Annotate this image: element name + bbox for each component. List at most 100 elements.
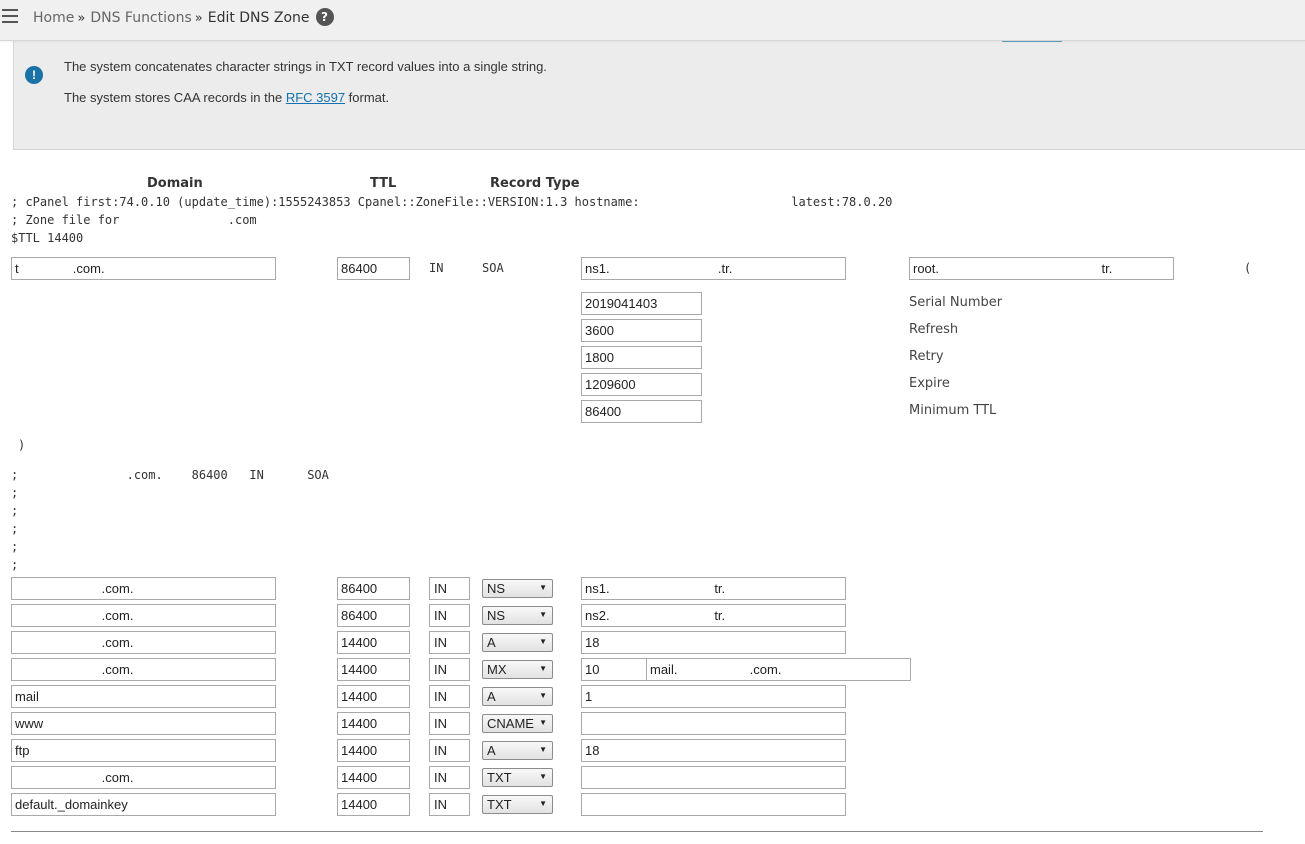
soa-expire-label: Expire <box>909 376 950 391</box>
soa-minimum-ttl-input[interactable] <box>581 400 702 423</box>
soa-comment-line: ; <box>11 504 19 518</box>
notice-caa-prefix: The system stores CAA records in the <box>64 90 286 105</box>
soa-minimum-ttl-label: Minimum TTL <box>909 403 997 418</box>
soa-primary-ns-input[interactable] <box>581 257 846 280</box>
record-domain-input[interactable] <box>11 631 276 654</box>
record-type-select[interactable]: CNAME ▼ <box>482 714 553 733</box>
hamburger-menu-icon[interactable] <box>2 9 18 25</box>
soa-class: IN <box>429 261 444 275</box>
record-domain-input[interactable] <box>11 739 276 762</box>
soa-ttl-input[interactable] <box>337 257 410 280</box>
record-value-input[interactable] <box>581 604 846 627</box>
soa-comment-line: ; .com. 86400 IN SOA <box>11 468 329 482</box>
soa-comment-line: ; <box>11 558 19 572</box>
record-ttl-input[interactable] <box>337 739 410 762</box>
column-header-ttl: TTL <box>370 176 397 191</box>
record-class: IN <box>429 604 470 627</box>
breadcrumb-separator: » <box>77 11 86 26</box>
record-ttl-input[interactable] <box>337 577 410 600</box>
zone-comment-line: ; cPanel first:74.0.10 (update_time):155… <box>11 195 893 209</box>
soa-comment-line: ; <box>11 540 19 554</box>
record-value-input[interactable] <box>581 631 846 654</box>
record-type-value: A <box>487 743 496 758</box>
breadcrumb-home[interactable]: Home <box>33 10 74 26</box>
breadcrumb-separator: » <box>194 11 203 26</box>
breadcrumb-dns-functions[interactable]: DNS Functions <box>90 10 191 26</box>
soa-serial-input[interactable] <box>581 292 702 315</box>
record-ttl-input[interactable] <box>337 604 410 627</box>
record-type-select[interactable]: NS ▼ <box>482 606 553 625</box>
soa-admin-email-input[interactable] <box>909 257 1174 280</box>
record-type-select[interactable]: TXT ▼ <box>482 795 553 814</box>
record-type-select[interactable]: TXT ▼ <box>482 768 553 787</box>
record-domain-input[interactable] <box>11 577 276 600</box>
dropdown-arrow-icon: ▼ <box>539 772 547 781</box>
soa-type: SOA <box>482 261 504 275</box>
record-value-input[interactable] <box>646 658 911 681</box>
record-value-input[interactable] <box>581 793 846 816</box>
record-ttl-input[interactable] <box>337 766 410 789</box>
soa-refresh-label: Refresh <box>909 322 959 337</box>
record-domain-input[interactable] <box>11 793 276 816</box>
soa-serial-label: Serial Number <box>909 295 1003 310</box>
record-ttl-input[interactable] <box>337 658 410 681</box>
soa-refresh-input[interactable] <box>581 319 702 342</box>
soa-domain-input[interactable] <box>11 257 276 280</box>
record-type-value: MX <box>487 662 507 677</box>
record-ttl-input[interactable] <box>337 793 410 816</box>
soa-expire-input[interactable] <box>581 373 702 396</box>
soa-close-paren: ) <box>18 438 26 452</box>
dropdown-arrow-icon: ▼ <box>539 745 547 754</box>
help-icon[interactable]: ? <box>315 8 334 26</box>
info-icon: ! <box>25 66 43 84</box>
record-domain-input[interactable] <box>11 604 276 627</box>
divider <box>11 831 1263 832</box>
record-type-select[interactable]: A ▼ <box>482 741 553 760</box>
record-ttl-input[interactable] <box>337 631 410 654</box>
record-value-input[interactable] <box>581 577 846 600</box>
record-domain-input[interactable] <box>11 766 276 789</box>
record-domain-input[interactable] <box>11 658 276 681</box>
record-type-value: A <box>487 635 496 650</box>
record-value-input[interactable] <box>581 712 846 735</box>
record-value-input[interactable] <box>581 766 846 789</box>
record-type-value: TXT <box>487 770 512 785</box>
notice-caa-suffix: format. <box>345 90 390 105</box>
breadcrumb: Home» DNS Functions» Edit DNS Zone? <box>33 8 334 27</box>
zone-comment-line: ; Zone file for .com <box>11 213 257 227</box>
zone-ttl-line: $TTL 14400 <box>11 231 84 245</box>
dropdown-arrow-icon: ▼ <box>539 664 547 673</box>
record-value-input[interactable] <box>581 685 846 708</box>
rfc-3597-link[interactable]: RFC 3597 <box>286 90 345 105</box>
column-header-record-type: Record Type <box>490 176 580 191</box>
soa-open-paren: ( <box>1244 261 1252 275</box>
record-class: IN <box>429 658 470 681</box>
record-type-select[interactable]: A ▼ <box>482 687 553 706</box>
record-ttl-input[interactable] <box>337 712 410 735</box>
record-type-value: CNAME <box>487 716 534 731</box>
record-class: IN <box>429 793 470 816</box>
record-type-value: TXT <box>487 797 512 812</box>
record-type-select[interactable]: A ▼ <box>482 633 553 652</box>
record-domain-input[interactable] <box>11 685 276 708</box>
record-domain-input[interactable] <box>11 712 276 735</box>
record-type-value: NS <box>487 581 506 596</box>
dropdown-arrow-icon: ▼ <box>539 583 547 592</box>
record-class: IN <box>429 739 470 762</box>
notice-caa-text: The system stores CAA records in the RFC… <box>64 90 389 105</box>
record-class: IN <box>429 577 470 600</box>
record-type-value: NS <box>487 608 506 623</box>
record-type-select[interactable]: NS ▼ <box>482 579 553 598</box>
record-class: IN <box>429 712 470 735</box>
dropdown-arrow-icon: ▼ <box>539 691 547 700</box>
record-value-input[interactable] <box>581 739 846 762</box>
dropdown-arrow-icon: ▼ <box>539 637 547 646</box>
record-ttl-input[interactable] <box>337 685 410 708</box>
soa-retry-input[interactable] <box>581 346 702 369</box>
record-mx-priority-input[interactable] <box>581 658 647 681</box>
record-class: IN <box>429 766 470 789</box>
record-class: IN <box>429 631 470 654</box>
top-bar: Home» DNS Functions» Edit DNS Zone? <box>0 0 1305 41</box>
record-type-select[interactable]: MX ▼ <box>482 660 553 679</box>
page-title: Edit DNS Zone <box>207 10 310 26</box>
